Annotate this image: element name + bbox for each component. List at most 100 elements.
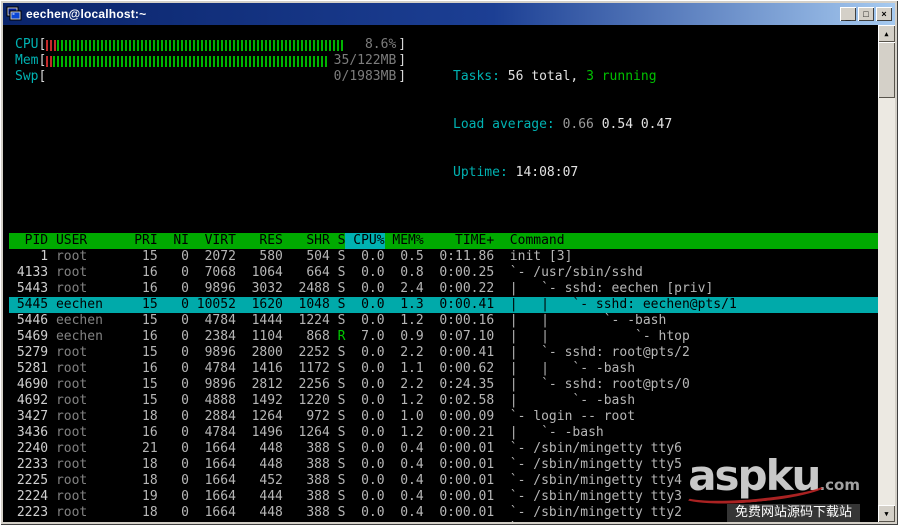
process-row[interactable]: 5281 root 16 0 4784 1416 1172 S 0.0 1.1 0:00.62 | |… — [9, 361, 878, 377]
cell-ni: 0 — [181, 329, 189, 344]
cell-pid: 2225 — [16, 473, 49, 488]
load-line: Load average: 0.66 0.54 0.47 — [453, 117, 672, 133]
cell-cpu: 0.0 — [361, 409, 385, 424]
minimize-button[interactable]: _ — [840, 7, 856, 21]
cell-cpu: 0.0 — [361, 393, 385, 408]
cell-user: root — [55, 505, 88, 520]
process-row[interactable]: 2225 root 18 0 1664 452 388 S 0.0 0.4 0:00.01 `- /s… — [9, 473, 878, 489]
cell-cmd: | `- sshd: eechen [priv] — [509, 281, 714, 296]
scroll-down-button[interactable]: ▼ — [878, 505, 895, 522]
scroll-track[interactable] — [878, 42, 895, 505]
process-row[interactable]: 3436 root 16 0 4784 1496 1264 S 0.0 1.2 0:00.21 | `… — [9, 425, 878, 441]
column-header-cpu[interactable]: CPU% — [345, 233, 385, 249]
process-row[interactable]: 5443 root 16 0 9896 3032 2488 S 0.0 2.4 0:00.22 | `… — [9, 281, 878, 297]
cell-s: S — [337, 505, 346, 520]
process-row[interactable]: 2223 root 18 0 1664 448 388 S 0.0 0.4 0:00.01 `- /s… — [9, 505, 878, 521]
column-header-shr[interactable]: SHR — [283, 233, 329, 249]
cell-virt: 4784 — [204, 425, 236, 440]
cell-ni: 0 — [158, 521, 189, 522]
cell-user: root — [55, 249, 88, 264]
cell-ni: 0 — [181, 361, 189, 376]
cell-shr: 1264 — [298, 425, 330, 440]
process-row[interactable]: 5446 eechen 15 0 4784 1444 1224 S 0.0 1.2 0:00.16 |… — [9, 313, 878, 329]
cell-time: 0:00.01 — [439, 457, 495, 472]
cell-res: 468 — [236, 521, 282, 522]
column-header-pid[interactable]: PID — [9, 233, 48, 249]
maximize-button[interactable]: □ — [858, 7, 874, 21]
column-header-ni[interactable]: NI — [158, 233, 189, 249]
cell-shr: 1048 — [298, 297, 330, 312]
cell-mem: 0.5 — [400, 249, 424, 264]
cell-shr: 388 — [306, 441, 330, 456]
column-header-virt[interactable]: VIRT — [189, 233, 236, 249]
meter-fill-green — [53, 56, 349, 67]
process-row[interactable]: 2233 root 18 0 1664 448 388 S 0.0 0.4 0:00.01 `- /s… — [9, 457, 878, 473]
process-row-selected[interactable]: 5445 eechen 15 0 10052 1620 1048 S 0.0 1.3 0:00.41… — [9, 297, 878, 313]
process-row[interactable]: 1 root 15 0 2072 580 504 S 0.0 0.5 0:11.86 init [3] — [9, 249, 878, 265]
cell-cmd: | `- sshd: root@pts/0 — [509, 377, 690, 392]
title-bar[interactable]: eechen@localhost:~ _ □ × — [3, 3, 895, 25]
cell-shr: 388 — [306, 505, 330, 520]
cell-virt: 1664 — [204, 473, 236, 488]
cell-virt: 1664 — [204, 505, 236, 520]
scrollbar[interactable]: ▲ ▼ — [878, 25, 895, 522]
meter-value: 0/1983MB — [328, 69, 397, 85]
cell-cmd: `- /sbin/mingetty tty4 — [509, 473, 682, 488]
cell-pid: 2219 — [9, 521, 48, 522]
cell-s: R — [337, 329, 346, 344]
process-row[interactable]: 2219 root1503508468288S0.00.40:00.01 `- /u… — [9, 521, 878, 522]
close-button[interactable]: × — [876, 7, 892, 21]
process-row[interactable]: 3427 root 18 0 2884 1264 972 S 0.0 1.0 0:00.09 `- l… — [9, 409, 878, 425]
meters: CPU[8.6%] Mem[35/122MB] Swp[0/1983MB] — [9, 37, 453, 213]
cell-mem: 1.2 — [400, 425, 424, 440]
process-row[interactable]: 4133 root 16 0 7068 1064 664 S 0.0 0.8 0:00.25 `- /… — [9, 265, 878, 281]
cell-time: 0:00.62 — [439, 361, 495, 376]
column-header-user[interactable]: USER — [56, 233, 126, 249]
scroll-up-button[interactable]: ▲ — [878, 25, 895, 42]
cell-pid: 4133 — [16, 265, 49, 280]
column-header-res[interactable]: RES — [236, 233, 282, 249]
minimize-icon: _ — [845, 11, 851, 22]
cell-pri: 18 — [142, 505, 158, 520]
cell-time: 0:00.01 — [439, 505, 495, 520]
cell-res: 1416 — [251, 361, 283, 376]
column-header-pri[interactable]: PRI — [126, 233, 157, 249]
cell-ni: 0 — [181, 505, 189, 520]
process-row[interactable]: 2224 root 19 0 1664 444 388 S 0.0 0.4 0:00.01 `- /s… — [9, 489, 878, 505]
process-row[interactable]: 5279 root 15 0 9896 2800 2252 S 0.0 2.2 0:00.41 | `… — [9, 345, 878, 361]
cell-user: root — [55, 425, 88, 440]
cell-user: root — [55, 377, 88, 392]
process-row[interactable]: 5469 eechen 16 0 2384 1104 868 R 7.0 0.9 0:07.10 | … — [9, 329, 878, 345]
cell-shr: 2252 — [298, 345, 330, 360]
cell-res: 448 — [259, 505, 283, 520]
tasks-label: Tasks: — [453, 69, 508, 84]
cell-ni: 0 — [181, 409, 189, 424]
column-header-time[interactable]: TIME+ — [424, 233, 494, 249]
cell-shr: 2256 — [298, 377, 330, 392]
terminal-screen[interactable]: CPU[8.6%] Mem[35/122MB] Swp[0/1983MB] Task… — [3, 25, 878, 522]
cell-shr: 388 — [306, 457, 330, 472]
process-row[interactable]: 4692 root 15 0 4888 1492 1220 S 0.0 1.2 0:02.58 | `… — [9, 393, 878, 409]
cell-ni: 0 — [181, 393, 189, 408]
process-row[interactable]: 4690 root 15 0 9896 2812 2256 S 0.0 2.2 0:24.35 | `… — [9, 377, 878, 393]
cell-res: 1444 — [251, 313, 283, 328]
process-row[interactable]: 2240 root 21 0 1664 448 388 S 0.0 0.4 0:00.01 `- /s… — [9, 441, 878, 457]
meter-label: CPU — [15, 37, 39, 52]
cell-virt: 9896 — [204, 281, 236, 296]
cell-mem: 0.9 — [400, 329, 424, 344]
scroll-thumb[interactable] — [878, 42, 895, 98]
cell-s: S — [337, 297, 346, 312]
column-header-mem[interactable]: MEM% — [385, 233, 423, 249]
tasks-running: 3 running — [586, 69, 657, 84]
cell-s: S — [337, 377, 346, 392]
cell-ni: 0 — [181, 281, 189, 296]
meter-fill-green — [56, 40, 346, 51]
column-header-cmd[interactable]: Command — [510, 233, 565, 249]
meter-label: Swp — [15, 69, 39, 84]
cell-res: 1492 — [251, 393, 283, 408]
load-1: 0.66 — [562, 117, 602, 132]
cell-virt: 9896 — [204, 345, 236, 360]
column-header-s[interactable]: S — [330, 233, 346, 249]
cell-res: 580 — [259, 249, 283, 264]
cell-cpu: 0.0 — [361, 473, 385, 488]
